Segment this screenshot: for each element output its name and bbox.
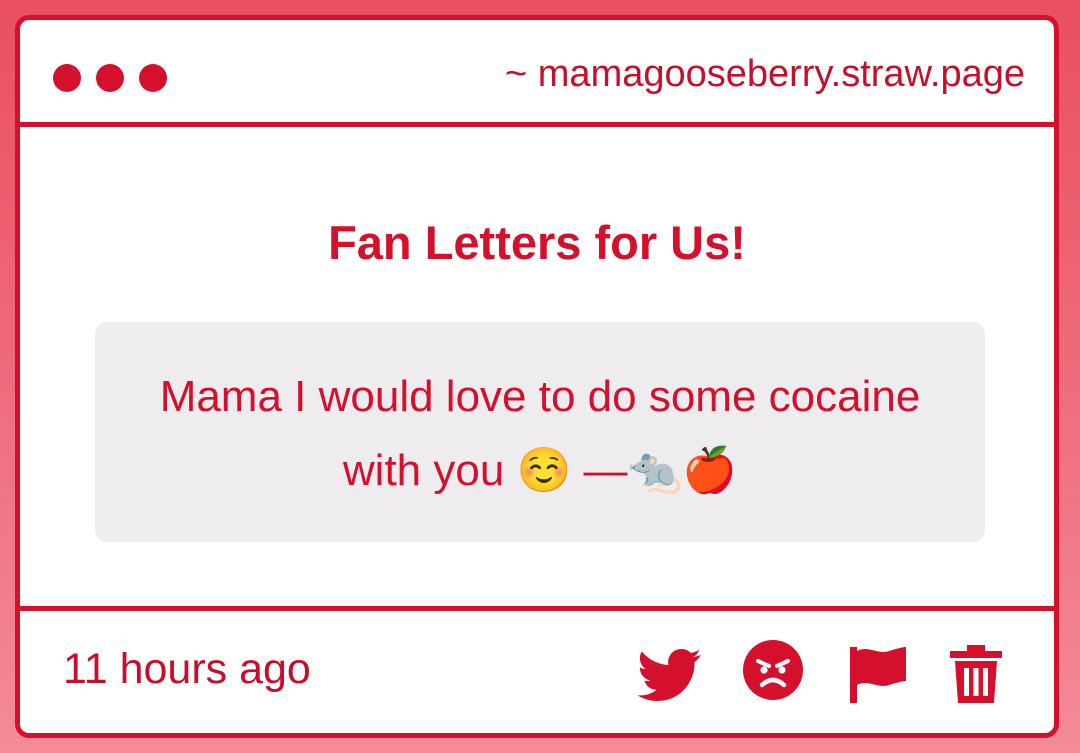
- angry-face-icon[interactable]: [741, 637, 805, 701]
- window-dot-3: [139, 64, 167, 92]
- window-dot-2: [96, 64, 124, 92]
- window-titlebar: ~ mamagooseberry.straw.page: [20, 20, 1054, 127]
- flag-icon[interactable]: [846, 641, 910, 705]
- trash-icon[interactable]: [944, 641, 1008, 705]
- page-title: Fan Letters for Us!: [328, 216, 746, 269]
- message-text: Mama I would love to do some cocaine wit…: [159, 372, 921, 495]
- twitter-icon[interactable]: [638, 641, 702, 705]
- letter-content: Fan Letters for Us! Mama I would love to…: [20, 127, 1054, 611]
- message-box: Mama I would love to do some cocaine wit…: [95, 322, 985, 542]
- letter-footer: 11 hours ago: [20, 606, 1054, 733]
- window-dot-1: [53, 64, 81, 92]
- timestamp: 11 hours ago: [63, 645, 311, 693]
- page-url: ~ mamagooseberry.straw.page: [505, 53, 1025, 95]
- letter-card: ~ mamagooseberry.straw.page Fan Letters …: [15, 15, 1059, 738]
